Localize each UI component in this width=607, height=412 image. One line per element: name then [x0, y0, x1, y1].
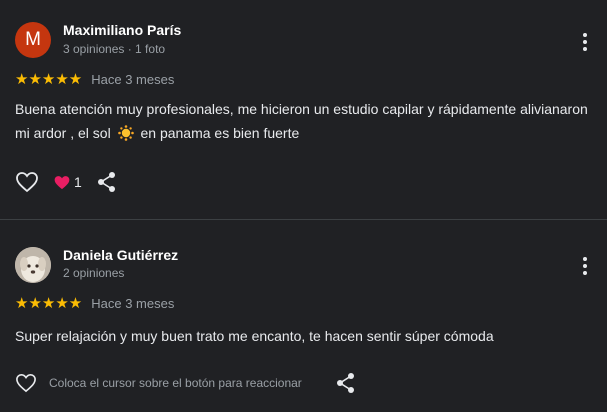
reviewer-name[interactable]: Maximiliano París: [63, 22, 181, 38]
share-icon: [97, 172, 115, 192]
review-text: Super relajación y muy buen trato me enc…: [15, 328, 494, 344]
reviewer-meta: 2 opiniones: [63, 266, 125, 280]
reviewer-meta: 3 opiniones · 1 foto: [63, 42, 166, 56]
reaction-summary[interactable]: 1: [54, 174, 82, 190]
avatar-letter: M: [25, 29, 41, 50]
share-icon: [336, 373, 354, 393]
like-button[interactable]: [15, 373, 37, 393]
share-button[interactable]: [97, 171, 117, 193]
heart-outline-icon: [16, 373, 36, 393]
star-rating: ★★★★★: [15, 295, 83, 312]
review-time: Hace 3 meses: [91, 72, 175, 87]
dog-avatar-image: [15, 247, 51, 283]
sun-emoji-icon: [117, 125, 134, 141]
more-options-button[interactable]: [575, 30, 595, 54]
more-vert-icon: [583, 257, 587, 275]
rating-row: ★★★★★ Hace 3 meses: [15, 72, 174, 87]
review-card: Daniela Gutiérrez 2 opiniones ★★★★★ Hace…: [0, 220, 607, 412]
reaction-count: 1: [74, 174, 82, 190]
reviewer-name[interactable]: Daniela Gutiérrez: [63, 247, 178, 263]
review-actions: Coloca el cursor sobre el botón para rea…: [15, 372, 356, 394]
review-time: Hace 3 meses: [91, 296, 175, 311]
review-actions: 1: [15, 171, 117, 193]
more-vert-icon: [583, 33, 587, 51]
avatar[interactable]: [15, 247, 51, 283]
heart-reaction-icon: [54, 175, 70, 189]
avatar[interactable]: M: [15, 22, 51, 58]
heart-outline-icon: [16, 172, 38, 193]
review-text: Buena atención muy profesionales, me hic…: [15, 97, 595, 145]
review-text-part-1: Buena atención muy profesionales, me hic…: [15, 101, 588, 141]
more-options-button[interactable]: [575, 254, 595, 278]
share-button[interactable]: [336, 372, 356, 394]
rating-row: ★★★★★ Hace 3 meses: [15, 296, 174, 311]
react-hint: Coloca el cursor sobre el botón para rea…: [49, 376, 302, 390]
review-text-part-2: en panama es bien fuerte: [140, 125, 300, 141]
review-card: M Maximiliano París 3 opiniones · 1 foto…: [0, 0, 607, 219]
like-button[interactable]: [15, 171, 39, 193]
star-rating: ★★★★★: [15, 71, 83, 88]
